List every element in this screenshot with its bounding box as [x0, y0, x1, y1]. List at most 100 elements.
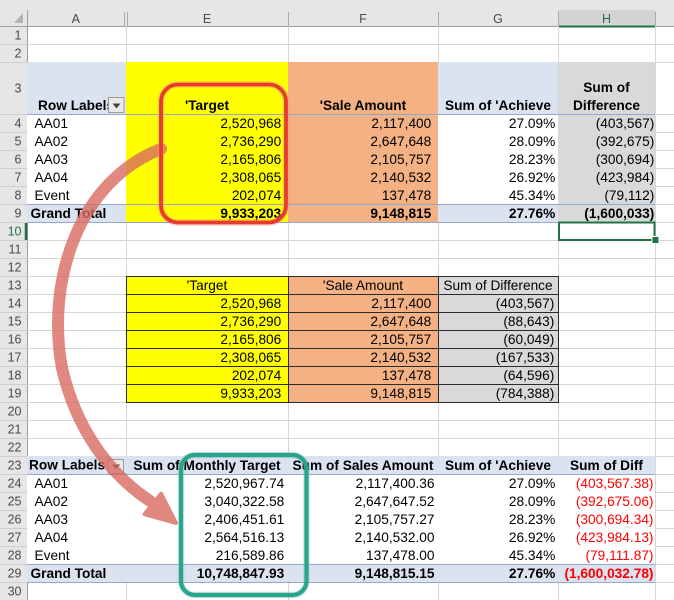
svg-text:Grand Total: Grand Total: [31, 566, 107, 581]
svg-text:(403,567.38): (403,567.38): [576, 476, 654, 491]
svg-text:2,117,400: 2,117,400: [371, 296, 431, 311]
svg-text:8: 8: [15, 189, 22, 203]
svg-text:(167,533): (167,533): [496, 350, 555, 365]
svg-text:'Sale Amount: 'Sale Amount: [320, 98, 407, 113]
svg-text:Difference: Difference: [573, 98, 640, 113]
svg-text:(403,567): (403,567): [596, 116, 655, 131]
svg-text:2,520,967.74: 2,520,967.74: [204, 476, 284, 491]
svg-text:21: 21: [8, 423, 22, 437]
svg-text:16: 16: [8, 333, 22, 347]
svg-text:(1,600,033): (1,600,033): [584, 206, 654, 221]
svg-text:2,165,806: 2,165,806: [220, 152, 281, 167]
svg-text:9,933,203: 9,933,203: [220, 386, 281, 401]
svg-text:9,148,815: 9,148,815: [370, 386, 431, 401]
svg-text:2,308,065: 2,308,065: [220, 170, 281, 185]
svg-text:10: 10: [8, 225, 22, 239]
svg-text:'Target: 'Target: [185, 98, 230, 113]
svg-text:(403,567): (403,567): [496, 296, 555, 311]
svg-text:(88,643): (88,643): [503, 314, 554, 329]
svg-text:26.92%: 26.92%: [509, 170, 555, 185]
svg-text:17: 17: [8, 351, 22, 365]
svg-text:28.23%: 28.23%: [509, 152, 555, 167]
svg-text:9,148,815: 9,148,815: [370, 206, 431, 221]
svg-text:Sum of 'Achieve: Sum of 'Achieve: [445, 98, 551, 113]
svg-text:7: 7: [15, 171, 22, 185]
svg-text:12: 12: [8, 261, 22, 275]
svg-text:27.09%: 27.09%: [509, 116, 555, 131]
svg-text:13: 13: [8, 279, 22, 293]
svg-text:27.76%: 27.76%: [509, 206, 555, 221]
svg-text:19: 19: [8, 387, 22, 401]
svg-text:23: 23: [8, 459, 22, 473]
svg-text:Sum of Diff: Sum of Diff: [570, 458, 643, 473]
svg-text:'Target: 'Target: [187, 278, 228, 293]
svg-text:28.23%: 28.23%: [509, 512, 555, 527]
svg-text:137,478: 137,478: [382, 368, 432, 383]
svg-text:2,736,290: 2,736,290: [220, 134, 281, 149]
svg-text:3: 3: [15, 82, 22, 96]
svg-text:10,748,847.93: 10,748,847.93: [197, 566, 285, 581]
svg-text:F: F: [359, 12, 367, 26]
svg-text:H: H: [602, 12, 611, 26]
svg-text:2,140,532: 2,140,532: [370, 350, 431, 365]
svg-text:28.09%: 28.09%: [509, 134, 555, 149]
svg-text:2,117,400: 2,117,400: [371, 116, 431, 131]
svg-text:(423,984): (423,984): [596, 170, 655, 185]
svg-text:2,117,400.36: 2,117,400.36: [356, 476, 435, 491]
svg-text:20: 20: [8, 405, 22, 419]
svg-text:202,074: 202,074: [232, 188, 282, 203]
svg-text:Sum of Sales Amount: Sum of Sales Amount: [293, 458, 434, 473]
svg-text:(64,596): (64,596): [503, 368, 554, 383]
svg-text:2,406,451.61: 2,406,451.61: [204, 512, 284, 527]
svg-text:3,040,322.58: 3,040,322.58: [204, 494, 284, 509]
svg-text:2,647,648: 2,647,648: [370, 314, 431, 329]
svg-text:Sum of Monthly Target: Sum of Monthly Target: [133, 458, 281, 473]
svg-text:Row Labels: Row Labels: [38, 98, 114, 113]
svg-text:26: 26: [8, 513, 22, 527]
svg-text:15: 15: [8, 315, 22, 329]
svg-text:4: 4: [15, 117, 22, 131]
svg-text:1: 1: [15, 29, 22, 43]
svg-text:2: 2: [15, 47, 22, 61]
svg-text:AA04: AA04: [35, 530, 69, 545]
svg-text:'Sale Amount: 'Sale Amount: [323, 278, 403, 293]
svg-text:(79,111.87): (79,111.87): [586, 548, 654, 563]
svg-text:216,589.86: 216,589.86: [216, 548, 285, 563]
svg-text:Row Labels: Row Labels: [29, 458, 105, 473]
svg-text:2,520,968: 2,520,968: [220, 116, 281, 131]
svg-text:Sum of: Sum of: [583, 80, 630, 95]
svg-text:18: 18: [8, 369, 22, 383]
svg-text:(392,675): (392,675): [596, 134, 655, 149]
svg-text:(300,694): (300,694): [596, 152, 655, 167]
svg-text:2,140,532.00: 2,140,532.00: [355, 530, 435, 545]
svg-text:2,647,648: 2,647,648: [370, 134, 431, 149]
svg-text:2,165,806: 2,165,806: [220, 332, 281, 347]
svg-text:AA03: AA03: [35, 512, 69, 527]
svg-text:2,564,516.13: 2,564,516.13: [204, 530, 284, 545]
svg-text:14: 14: [8, 297, 22, 311]
svg-text:AA02: AA02: [35, 134, 68, 149]
svg-text:137,478.00: 137,478.00: [366, 548, 435, 563]
svg-text:A: A: [72, 12, 81, 26]
svg-text:2,520,968: 2,520,968: [220, 296, 281, 311]
svg-text:9,933,203: 9,933,203: [220, 206, 281, 221]
svg-text:E: E: [203, 12, 211, 26]
svg-text:2,647,647.52: 2,647,647.52: [355, 494, 435, 509]
svg-text:29: 29: [8, 567, 22, 581]
svg-text:(1,600,032.78): (1,600,032.78): [564, 566, 653, 581]
svg-text:2,308,065: 2,308,065: [220, 350, 281, 365]
svg-text:9,148,815.15: 9,148,815.15: [355, 566, 435, 581]
svg-text:(300,694.34): (300,694.34): [576, 512, 654, 527]
svg-text:27.76%: 27.76%: [509, 566, 555, 581]
svg-text:(60,049): (60,049): [503, 332, 554, 347]
svg-text:Sum of Difference: Sum of Difference: [443, 278, 552, 293]
svg-text:27.09%: 27.09%: [509, 476, 555, 491]
svg-text:45.34%: 45.34%: [509, 548, 555, 563]
svg-text:28: 28: [8, 549, 22, 563]
svg-text:Event: Event: [35, 548, 70, 563]
svg-text:(423,984.13): (423,984.13): [576, 530, 654, 545]
svg-text:(392,675.06): (392,675.06): [576, 494, 654, 509]
svg-text:26.92%: 26.92%: [509, 530, 555, 545]
svg-text:9: 9: [15, 207, 22, 221]
svg-text:11: 11: [9, 243, 22, 257]
